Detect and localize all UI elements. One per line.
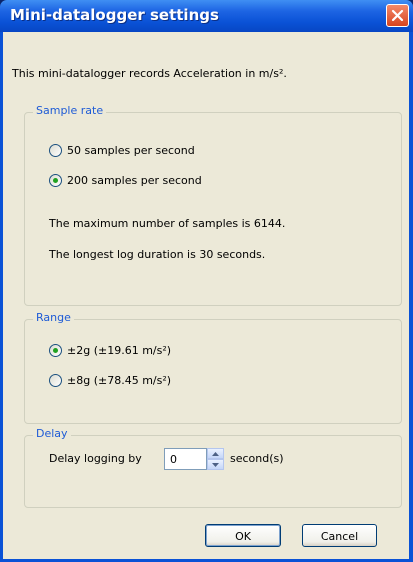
- radio-selected-dot: [53, 177, 58, 183]
- cancel-button[interactable]: Cancel: [302, 524, 377, 547]
- max-samples-text: The maximum number of samples is 6144.: [49, 217, 286, 230]
- ok-button[interactable]: OK: [205, 524, 281, 547]
- radio-range-8g[interactable]: ±8g (±78.45 m/s²): [49, 372, 171, 388]
- delay-group: Delay Delay logging by second(s): [24, 427, 402, 508]
- radio-circle: [49, 343, 62, 357]
- delay-legend: Delay: [33, 427, 71, 440]
- sample-rate-legend: Sample rate: [33, 104, 107, 117]
- delay-unit-label: second(s): [230, 452, 284, 465]
- spin-up-button[interactable]: [207, 448, 224, 459]
- delay-seconds-input[interactable]: [164, 448, 207, 470]
- arrow-down-icon: [212, 463, 219, 467]
- window-frame-right: [409, 32, 413, 562]
- radio-50-samples[interactable]: 50 samples per second: [49, 142, 195, 158]
- radio-range-2g[interactable]: ±2g (±19.61 m/s²): [49, 342, 171, 358]
- delay-spinner: [207, 448, 224, 470]
- radio-label: ±8g (±78.45 m/s²): [67, 373, 172, 387]
- spin-down-button[interactable]: [207, 459, 224, 470]
- radio-200-samples[interactable]: 200 samples per second: [49, 172, 202, 188]
- range-legend: Range: [33, 311, 74, 324]
- arrow-up-icon: [212, 452, 219, 456]
- radio-circle: [49, 173, 62, 187]
- radio-label: 200 samples per second: [67, 173, 202, 187]
- close-button[interactable]: [386, 4, 409, 27]
- range-group: Range ±2g (±19.61 m/s²) ±8g (±78.45 m/s²…: [24, 311, 402, 424]
- title-bar[interactable]: Mini-datalogger settings: [0, 0, 413, 32]
- sample-rate-group: Sample rate 50 samples per second 200 sa…: [24, 104, 402, 306]
- dialog-body: This mini-datalogger records Acceleratio…: [3, 32, 409, 559]
- dialog-window: Mini-datalogger settings This mini-datal…: [0, 0, 413, 562]
- intro-text: This mini-datalogger records Acceleratio…: [12, 67, 287, 80]
- delay-label: Delay logging by: [49, 452, 142, 465]
- radio-label: 50 samples per second: [67, 143, 195, 157]
- radio-circle: [49, 373, 62, 387]
- radio-circle: [49, 143, 62, 157]
- close-icon: [391, 9, 404, 22]
- radio-selected-dot: [53, 347, 58, 353]
- longest-duration-text: The longest log duration is 30 seconds.: [49, 248, 266, 261]
- window-title: Mini-datalogger settings: [10, 6, 219, 24]
- radio-label: ±2g (±19.61 m/s²): [67, 343, 172, 357]
